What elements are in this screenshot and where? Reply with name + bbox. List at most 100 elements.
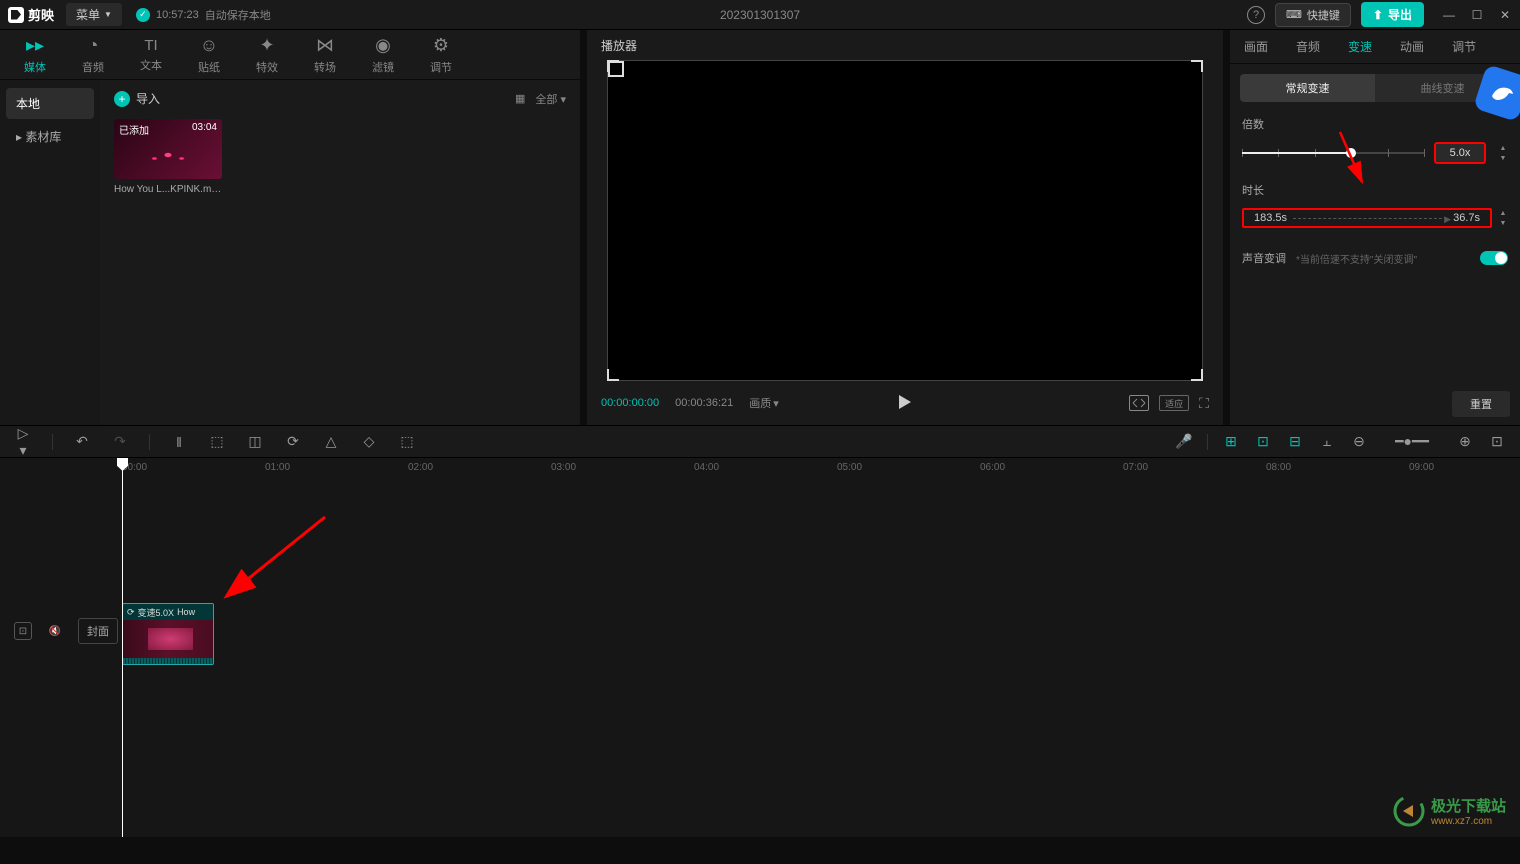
maximize-button[interactable]: ☐ <box>1470 8 1484 22</box>
total-time: 00:00:36:21 <box>675 397 733 409</box>
track-lock-button[interactable]: ⊡ <box>14 622 32 640</box>
check-icon: ✓ <box>136 8 150 22</box>
player-header: 播放器 <box>587 30 1223 60</box>
help-icon[interactable]: ? <box>1247 6 1265 24</box>
watermark: 极光下载站 www.xz7.com <box>1393 795 1506 827</box>
media-icon: ▸▸ <box>26 35 44 56</box>
subtab-normal-speed[interactable]: 常规变速 <box>1240 74 1375 102</box>
zoom-fit-button[interactable]: ⊡ <box>1488 433 1506 450</box>
duration-label: 时长 <box>1242 182 1508 198</box>
zoom-slider[interactable]: ━●━━ <box>1382 433 1442 450</box>
speed-down-button[interactable]: ▼ <box>1498 153 1508 163</box>
tab-audio-prop[interactable]: 音频 <box>1282 30 1334 63</box>
quality-dropdown[interactable]: 画质 ▾ <box>749 395 779 411</box>
speed-up-button[interactable]: ▲ <box>1498 143 1508 153</box>
mirror-tool[interactable]: △ <box>322 433 340 450</box>
tab-adjust[interactable]: ⚙调节 <box>416 30 466 79</box>
media-duration: 03:04 <box>192 122 217 133</box>
snap-toggle[interactable]: ⊞ <box>1222 433 1240 450</box>
timeline-toolbar: ▷ ▾ ↶ ↷ ‖ ⬚ ◫ ⟳ △ ◇ ⬚ 🎤 ⊞ ⊡ ⊟ ⫠ ⊖ ━●━━ ⊕… <box>0 425 1520 457</box>
preview-toggle[interactable]: ⊟ <box>1286 433 1304 450</box>
mic-icon[interactable]: 🎤 <box>1175 433 1193 450</box>
chevron-down-icon: ▼ <box>104 10 112 19</box>
autosave-status: ✓ 10:57:23 自动保存本地 <box>136 7 271 23</box>
pitch-label: 声音变调 <box>1242 250 1286 266</box>
sort-dropdown[interactable]: 全部 ▾ <box>535 91 566 107</box>
top-bar: 剪映 菜单 ▼ ✓ 10:57:23 自动保存本地 202301301307 ?… <box>0 0 1520 30</box>
crop-tool[interactable]: ⬚ <box>398 433 416 450</box>
added-badge: 已添加 <box>119 122 149 137</box>
tab-animation[interactable]: 动画 <box>1386 30 1438 63</box>
tab-sticker[interactable]: ☺贴纸 <box>184 30 234 79</box>
sidebar-item-local[interactable]: 本地 <box>6 88 94 119</box>
tab-audio[interactable]: ◔音频 <box>68 30 118 79</box>
adjust-icon: ⚙ <box>433 35 449 56</box>
plus-icon: + <box>114 91 130 107</box>
media-filename: How You L...KPINK.mp4 <box>114 184 222 195</box>
player-panel: 播放器 00:00:00:00 00:00:36:21 画质 ▾ 适应 ⛶ <box>587 30 1223 425</box>
undo-button[interactable]: ↶ <box>73 433 91 450</box>
cover-button[interactable]: 封面 <box>78 618 118 644</box>
speed-slider[interactable] <box>1242 152 1424 154</box>
tab-text[interactable]: TI文本 <box>126 30 176 79</box>
logo-icon <box>8 7 24 23</box>
speed-indicator-icon: ⟳ <box>127 607 135 618</box>
speed-value-input[interactable]: 5.0x <box>1434 142 1486 164</box>
zoom-out-button[interactable]: ⊖ <box>1350 433 1368 450</box>
timeline-ruler[interactable]: 00:00 01:00 02:00 03:00 04:00 05:00 06:0… <box>0 458 1520 482</box>
speed-tool[interactable]: ⟳ <box>284 433 302 450</box>
tab-adjust-prop[interactable]: 调节 <box>1438 30 1490 63</box>
tab-transition[interactable]: ⋈转场 <box>300 30 350 79</box>
filter-icon: ◉ <box>375 35 391 56</box>
export-button[interactable]: ⬆ 导出 <box>1361 2 1424 27</box>
tab-effects[interactable]: ✦特效 <box>242 30 292 79</box>
audio-icon: ◔ <box>88 35 99 56</box>
timeline[interactable]: 00:00 01:00 02:00 03:00 04:00 05:00 06:0… <box>0 457 1520 837</box>
import-button[interactable]: + 导入 <box>114 90 160 107</box>
project-title: 202301301307 <box>720 8 800 22</box>
tab-speed[interactable]: 变速 <box>1334 30 1386 63</box>
duration-down-button[interactable]: ▼ <box>1498 218 1508 228</box>
delete-left-tool[interactable]: ⬚ <box>208 433 226 450</box>
select-tool[interactable]: ▷ ▾ <box>14 425 32 459</box>
shortcuts-button[interactable]: ⌨ 快捷键 <box>1275 3 1351 27</box>
properties-panel: 画面 音频 变速 动画 调节 常规变速 曲线变速 倍数 <box>1230 30 1520 425</box>
duration-up-button[interactable]: ▲ <box>1498 208 1508 218</box>
track-mute-button[interactable]: 🔇 <box>46 622 64 640</box>
playhead[interactable] <box>122 458 123 837</box>
minimize-button[interactable]: — <box>1442 8 1456 22</box>
zoom-in-button[interactable]: ⊕ <box>1456 433 1474 450</box>
speed-label: 倍数 <box>1242 116 1508 132</box>
grid-view-icon[interactable]: ▦ <box>515 92 525 105</box>
close-button[interactable]: ✕ <box>1498 8 1512 22</box>
asset-sidebar: 本地 ▸ 素材库 <box>0 80 100 425</box>
pitch-toggle[interactable] <box>1480 251 1508 265</box>
sidebar-item-library[interactable]: ▸ 素材库 <box>6 121 94 152</box>
magnet-tool[interactable]: ⫠ <box>1318 433 1336 450</box>
duration-display: 183.5s ▶ 36.7s <box>1242 208 1492 228</box>
player-viewport[interactable] <box>607 60 1203 381</box>
tab-filter[interactable]: ◉滤镜 <box>358 30 408 79</box>
tab-media[interactable]: ▸▸媒体 <box>10 30 60 79</box>
compare-icon[interactable] <box>1129 395 1149 411</box>
media-item[interactable]: 已添加 03:04 How You L...KPINK.mp4 <box>114 119 222 195</box>
export-icon: ⬆ <box>1373 8 1383 22</box>
duration-to[interactable]: 36.7s <box>1447 212 1486 224</box>
timeline-clip[interactable]: ⟳ 变速5.0X How <box>122 603 214 665</box>
redo-button[interactable]: ↷ <box>111 433 129 450</box>
pitch-hint: *当前倍速不支持"关闭变调" <box>1296 251 1417 266</box>
delete-right-tool[interactable]: ◫ <box>246 433 264 450</box>
current-time: 00:00:00:00 <box>601 397 659 409</box>
tab-picture[interactable]: 画面 <box>1230 30 1282 63</box>
fullscreen-icon[interactable]: ⛶ <box>1199 395 1209 412</box>
reset-button[interactable]: 重置 <box>1452 391 1510 417</box>
text-icon: TI <box>144 37 157 54</box>
app-logo: 剪映 <box>8 5 54 24</box>
play-button[interactable] <box>895 393 913 414</box>
fit-button[interactable]: 适应 <box>1159 395 1189 411</box>
keyboard-icon: ⌨ <box>1286 8 1302 21</box>
menu-button[interactable]: 菜单 ▼ <box>66 3 122 26</box>
split-tool[interactable]: ‖ <box>170 434 188 450</box>
rotate-tool[interactable]: ◇ <box>360 433 378 450</box>
link-toggle[interactable]: ⊡ <box>1254 433 1272 450</box>
